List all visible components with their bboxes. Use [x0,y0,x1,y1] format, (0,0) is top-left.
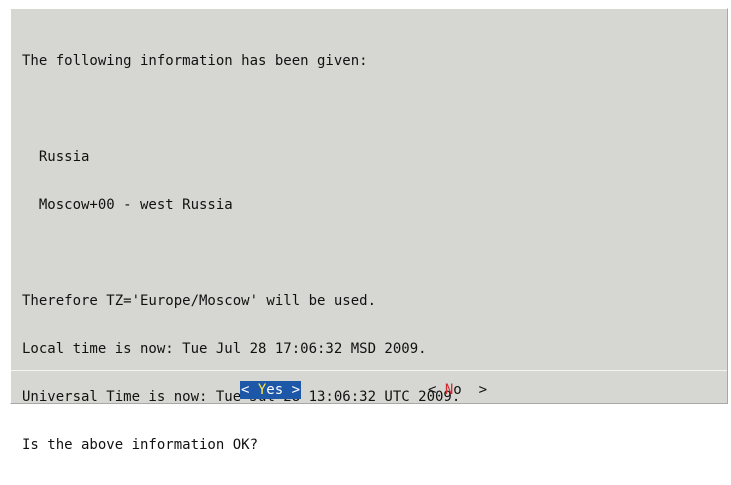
message-line: Local time is now: Tue Jul 28 17:06:32 M… [22,341,427,357]
no-button[interactable]: < No > [428,381,487,399]
message-text: The following information has been given… [22,21,460,485]
message-line [22,101,460,117]
no-button-close: > [461,382,488,398]
message-line [22,245,460,261]
message-line: Russia [22,149,90,165]
yes-button-label: es [266,382,284,398]
message-line: Is the above information OK? [22,437,259,453]
message-line: The following information has been given… [22,53,368,69]
yes-button-open: < [241,382,258,398]
dialog-window: The following information has been given… [10,8,728,453]
yes-button-close: > [283,382,301,398]
button-separator [11,370,727,371]
message-line: Moscow+00 - west Russia [22,197,233,213]
yes-button[interactable]: < Yes > [240,381,302,399]
message-line: Therefore TZ='Europe/Moscow' will be use… [22,293,377,309]
button-row: < Yes > < No > [11,381,727,399]
no-button-label: o [453,382,462,398]
no-button-open: < [428,382,445,398]
